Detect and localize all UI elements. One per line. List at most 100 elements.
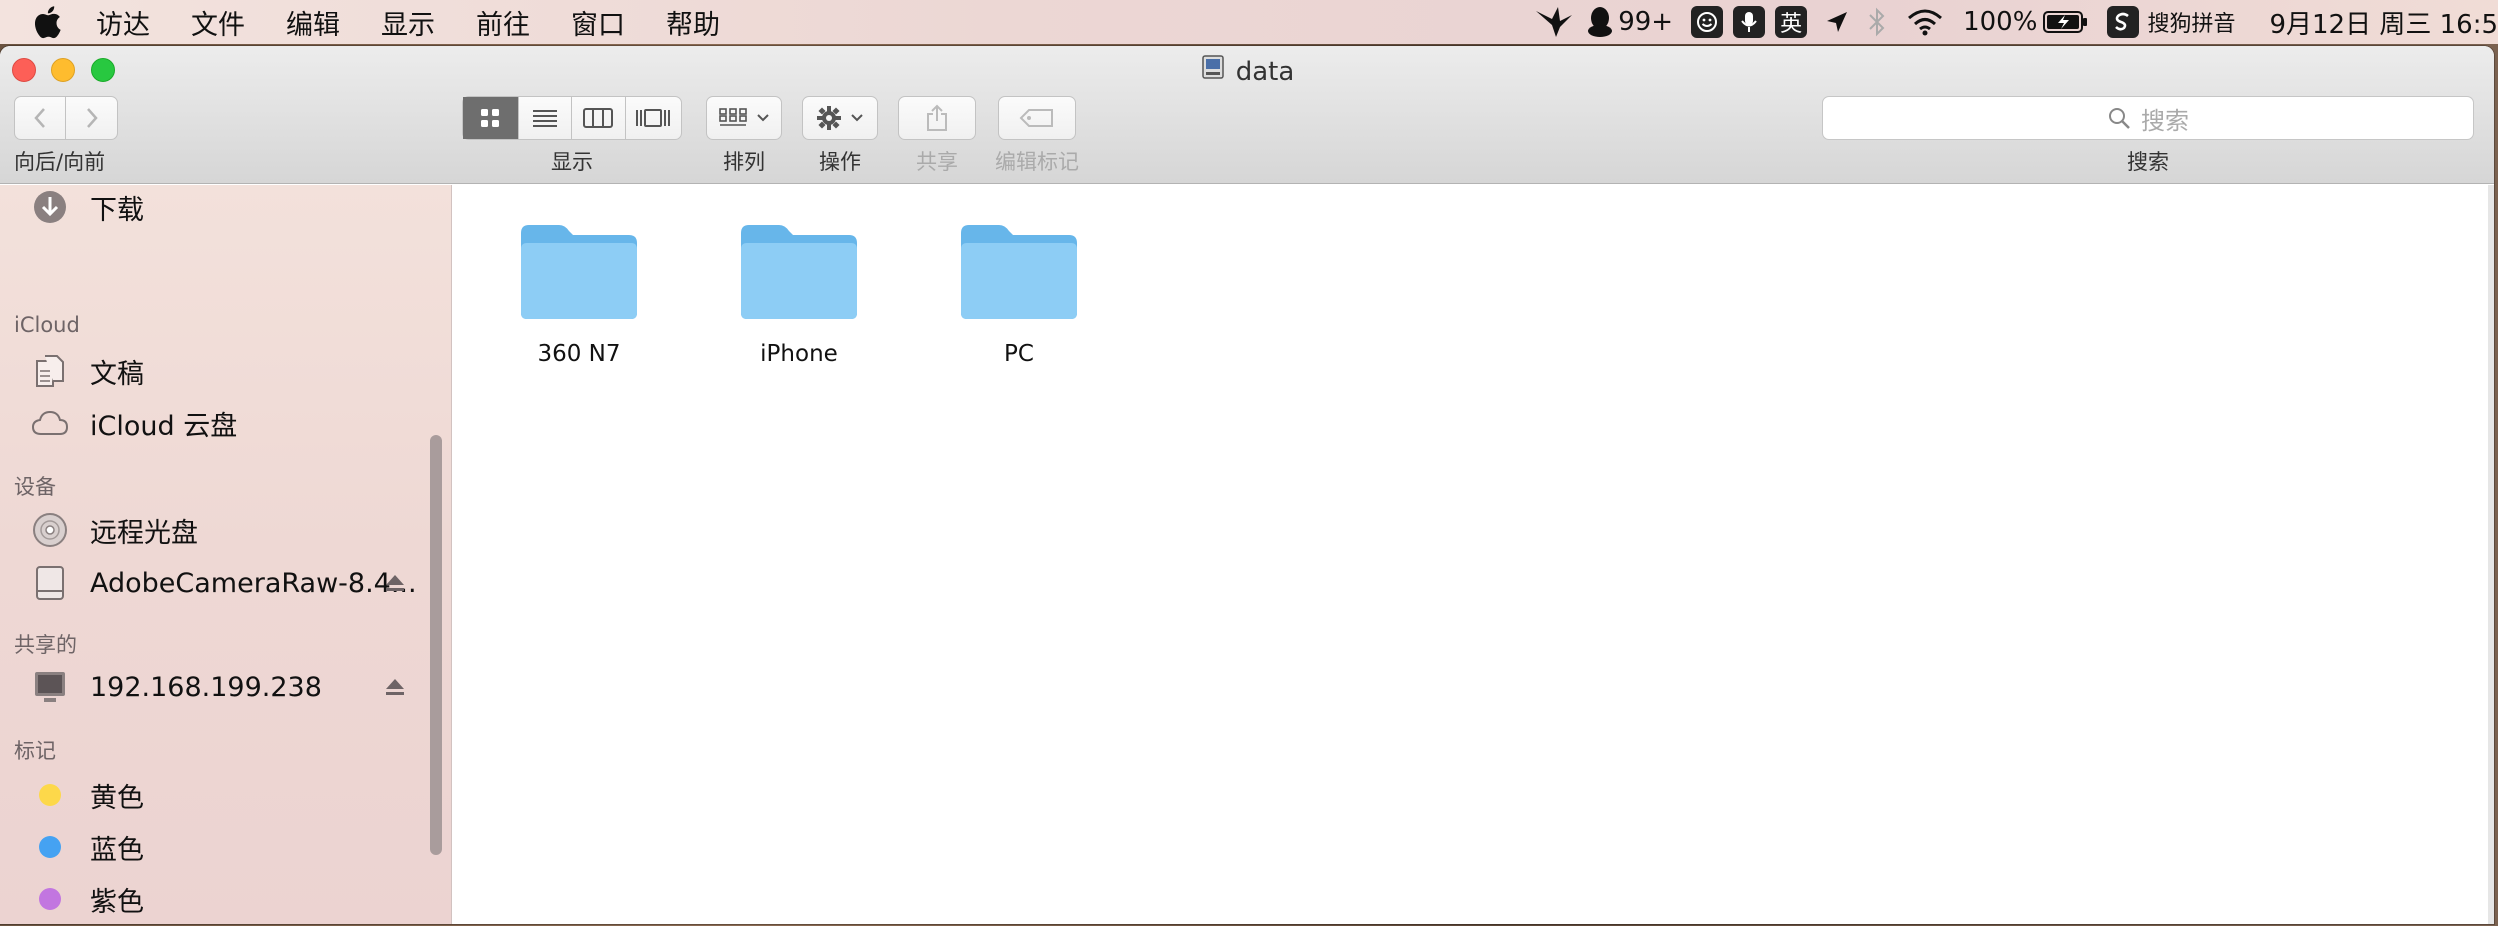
battery-percentage: 100% xyxy=(1963,7,2038,37)
back-button[interactable] xyxy=(15,97,67,139)
folder-item[interactable]: 360 N7 xyxy=(509,219,649,367)
tag-dot-purple xyxy=(39,888,61,910)
search-icon xyxy=(2109,108,2130,129)
tag-dot-blue xyxy=(39,836,61,858)
emoji-icon[interactable] xyxy=(1691,6,1724,38)
folder-icon xyxy=(521,225,637,319)
sidebar-item-label: AdobeCameraRaw-8.4... xyxy=(90,567,417,599)
sidebar-item-label: iCloud 云盘 xyxy=(90,410,238,442)
view-label: 显示 xyxy=(551,150,593,174)
menu-window[interactable]: 窗口 xyxy=(571,3,625,42)
sidebar-item-downloads[interactable]: 下载 xyxy=(30,187,144,227)
eject-icon[interactable] xyxy=(384,676,406,698)
menu-view[interactable]: 显示 xyxy=(381,3,435,42)
sidebar-section-devices: 设备 xyxy=(14,475,56,499)
window-title-text: data xyxy=(1235,56,1295,87)
sidebar-item-icloud-drive[interactable]: iCloud 云盘 xyxy=(30,403,237,443)
disc-icon xyxy=(30,510,70,550)
location-arrow-icon xyxy=(1825,10,1849,34)
file-browser: 360 N7 iPhone PC xyxy=(453,185,2494,924)
menu-help[interactable]: 帮助 xyxy=(666,3,720,42)
chevron-down-icon xyxy=(757,114,769,122)
eject-icon[interactable] xyxy=(384,572,406,594)
window-toolbar: data 向后/向前 显示 排列 操作 共享 编辑标记 搜索 搜索 xyxy=(0,46,2494,184)
edit-tags-label: 编辑标记 xyxy=(995,150,1079,174)
share-label: 共享 xyxy=(916,150,958,174)
forward-button[interactable] xyxy=(66,97,117,139)
search-label: 搜索 xyxy=(2127,150,2169,174)
folder-name: iPhone xyxy=(760,341,838,367)
sidebar-item-shared-host[interactable]: 192.168.199.238 xyxy=(30,667,322,707)
drive-icon xyxy=(30,563,70,603)
content-scrollbar[interactable] xyxy=(2488,185,2494,924)
status-area: 99+ 英 100% 搜狗拼音 9月12日 周三 16:5 xyxy=(1516,0,2498,44)
menu-bar: 访达 文件 编辑 显示 前往 窗口 帮助 99+ 英 100% 搜狗拼音 9月1… xyxy=(0,0,2498,44)
menu-edit[interactable]: 编辑 xyxy=(286,3,340,42)
action-label: 操作 xyxy=(819,150,861,174)
ime-name[interactable]: 搜狗拼音 xyxy=(2147,6,2235,38)
arrange-label: 排列 xyxy=(723,150,765,174)
swift-bird-icon[interactable] xyxy=(1534,5,1574,39)
sidebar-item-label: 文稿 xyxy=(90,358,144,390)
search-placeholder: 搜索 xyxy=(2141,106,2189,135)
sidebar-item-remote-disc[interactable]: 远程光盘 xyxy=(30,510,198,550)
gear-icon xyxy=(817,106,841,130)
nav-label: 向后/向前 xyxy=(14,150,106,174)
arrange-dropdown[interactable] xyxy=(706,96,782,140)
back-forward-control xyxy=(14,96,118,140)
qq-icon[interactable] xyxy=(1586,5,1614,39)
list-view-button[interactable] xyxy=(519,97,573,139)
documents-icon xyxy=(30,351,70,391)
tag-dot-yellow xyxy=(39,784,61,806)
search-field[interactable]: 搜索 xyxy=(1822,96,2474,140)
sidebar-item-label: 远程光盘 xyxy=(90,517,198,549)
folder-icon xyxy=(741,225,857,319)
finder-window: data 向后/向前 显示 排列 操作 共享 编辑标记 搜索 搜索 下载 iCl… xyxy=(0,46,2494,924)
tag-icon xyxy=(1019,109,1053,127)
battery-charging-icon[interactable] xyxy=(2043,10,2089,34)
icon-view-button[interactable] xyxy=(463,97,519,139)
action-dropdown[interactable] xyxy=(802,96,878,140)
computer-icon xyxy=(30,667,70,707)
drive-icon xyxy=(1200,54,1226,89)
bluetooth-icon[interactable] xyxy=(1867,7,1887,37)
sidebar-item-label: 下载 xyxy=(90,194,144,226)
sidebar-section-icloud: iCloud xyxy=(14,313,80,337)
sogou-icon[interactable] xyxy=(2107,6,2140,38)
sidebar-section-shared: 共享的 xyxy=(14,633,77,657)
share-button[interactable] xyxy=(898,96,976,140)
sidebar-item-label: 紫色 xyxy=(90,886,144,918)
sidebar-tag-blue[interactable]: 蓝色 xyxy=(30,827,144,867)
apple-menu-icon[interactable] xyxy=(32,5,66,39)
sidebar-item-label: 蓝色 xyxy=(90,834,144,866)
clock[interactable]: 9月12日 周三 16:5 xyxy=(2269,4,2498,41)
gallery-view-button[interactable] xyxy=(626,97,681,139)
sidebar-item-documents[interactable]: 文稿 xyxy=(30,351,144,391)
menu-go[interactable]: 前往 xyxy=(476,3,530,42)
folder-name: 360 N7 xyxy=(537,341,621,367)
column-view-button[interactable] xyxy=(572,97,626,139)
sidebar-section-tags: 标记 xyxy=(14,739,56,763)
folder-item[interactable]: iPhone xyxy=(729,219,869,367)
folder-item[interactable]: PC xyxy=(949,219,1089,367)
microphone-icon[interactable] xyxy=(1733,6,1766,38)
menu-finder[interactable]: 访达 xyxy=(96,3,150,42)
sidebar-tag-purple[interactable]: 紫色 xyxy=(30,879,144,919)
sidebar-tag-yellow[interactable]: 黄色 xyxy=(30,775,144,815)
sidebar-item-disk-image[interactable]: AdobeCameraRaw-8.4... xyxy=(30,563,417,603)
folder-name: PC xyxy=(1004,341,1034,367)
sidebar-item-label: 黄色 xyxy=(90,782,144,814)
chevron-down-icon xyxy=(851,114,863,122)
sidebar: 下载 iCloud 文稿 iCloud 云盘 设备 远程光盘 AdobeCame… xyxy=(0,185,452,924)
view-switcher xyxy=(462,96,682,140)
qq-badge: 99+ xyxy=(1618,7,1674,37)
edit-tags-button[interactable] xyxy=(998,96,1076,140)
sidebar-item-label: 192.168.199.238 xyxy=(90,671,322,703)
wifi-icon[interactable] xyxy=(1905,7,1945,37)
sidebar-scrollbar[interactable] xyxy=(430,435,442,855)
download-icon xyxy=(30,187,70,227)
cloud-icon xyxy=(30,403,70,443)
menu-file[interactable]: 文件 xyxy=(191,3,245,42)
ime-mode-indicator[interactable]: 英 xyxy=(1775,6,1808,38)
window-title: data xyxy=(0,54,2494,89)
